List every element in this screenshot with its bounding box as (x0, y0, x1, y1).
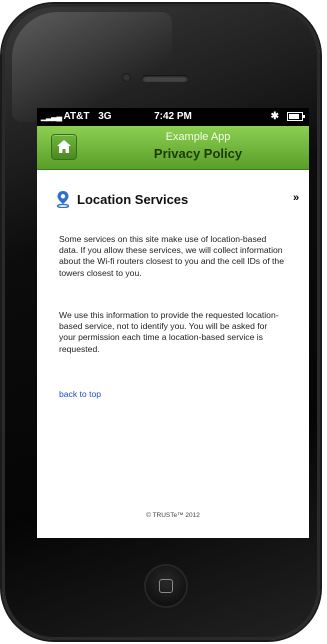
paragraph-usage: We use this information to provide the r… (59, 310, 279, 354)
earpiece-speaker (142, 75, 188, 82)
phone-glare (12, 12, 172, 122)
paragraph-location-data: Some services on this site make use of l… (59, 234, 284, 278)
app-header: Example App Privacy Policy (37, 126, 309, 170)
home-square-icon (159, 579, 173, 593)
stage: ▁▂▃▄ AT&T 3G 7:42 PM ✱ Example App Priva… (0, 0, 327, 644)
page-title: Privacy Policy (153, 146, 243, 161)
front-camera (122, 73, 131, 82)
footer-copyright: © TRUSTe™ 2012 (146, 512, 200, 519)
location-pin-icon (56, 191, 70, 208)
bluetooth-icon: ✱ (270, 111, 279, 122)
app-name: Example App (165, 131, 231, 143)
status-bar: ▁▂▃▄ AT&T 3G 7:42 PM ✱ (37, 108, 309, 126)
collapse-chevron-icon[interactable]: » (293, 192, 299, 204)
phone-screen: ▁▂▃▄ AT&T 3G 7:42 PM ✱ Example App Priva… (37, 108, 309, 538)
header-titles: Example App Privacy Policy (87, 130, 309, 162)
back-to-top-link[interactable]: back to top (59, 389, 101, 399)
phone-home-button[interactable] (146, 566, 186, 606)
home-icon (57, 140, 71, 153)
status-right: ✱ (270, 111, 305, 122)
status-time: 7:42 PM (154, 111, 192, 122)
home-button[interactable] (51, 134, 77, 160)
battery-icon (287, 112, 305, 121)
section-heading: Location Services (77, 192, 189, 207)
